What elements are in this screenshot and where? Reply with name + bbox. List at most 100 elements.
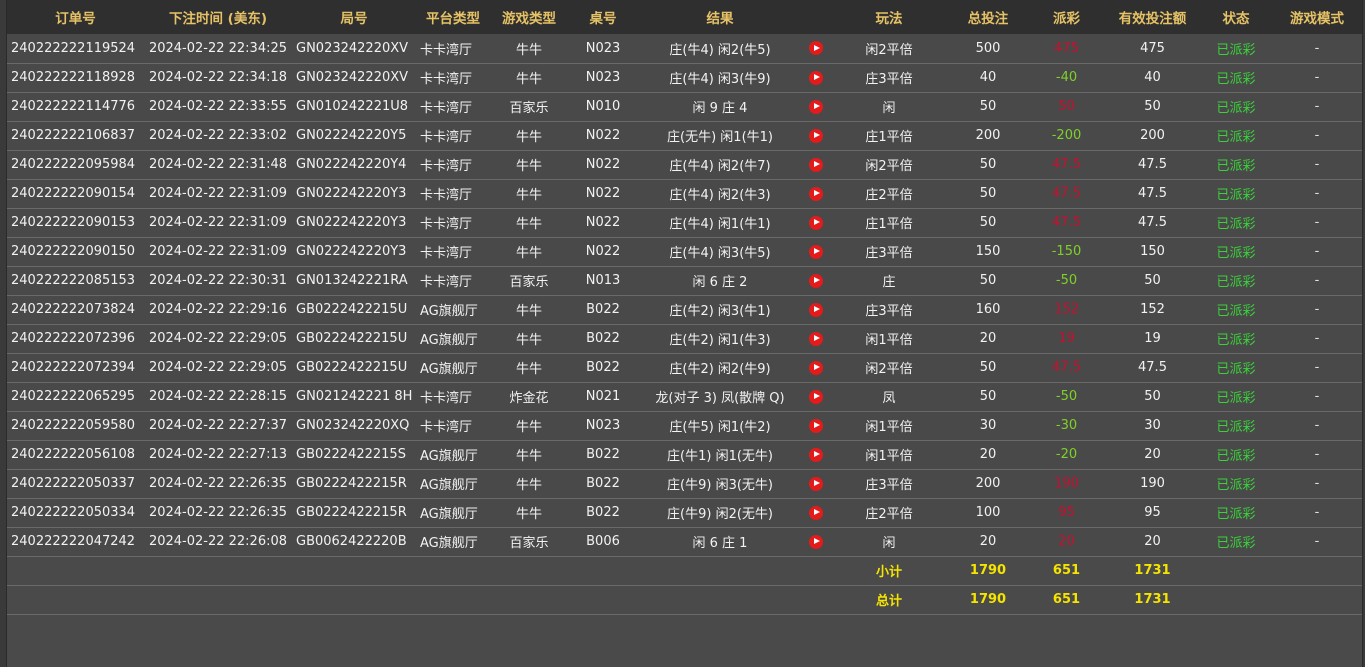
game-type-cell: 牛牛 [490, 353, 568, 383]
play-circle-icon[interactable] [809, 505, 823, 520]
play-circle-icon[interactable] [809, 302, 823, 317]
total-tail [1200, 585, 1362, 615]
payout-cell: -30 [1028, 411, 1105, 441]
result-cell: 庄(牛2) 闲1(牛3) [638, 324, 802, 354]
total-bet-cell: 50 [948, 150, 1028, 180]
round-no-cell: GN022242220Y5 [292, 121, 416, 151]
result-cell: 庄(牛4) 闲3(牛9) [638, 63, 802, 93]
payout-cell: -50 [1028, 266, 1105, 296]
table-row[interactable]: 240222222047242 2024-02-22 22:26:08 GB0062… [7, 527, 1362, 557]
game-mode-cell: - [1272, 382, 1362, 412]
bet-records-panel: 订单号 下注时间 (美东) 局号 平台类型 游戏类型 桌号 结果 玩法 总投注 … [6, 0, 1363, 667]
subtotal-payout: 651 [1028, 556, 1105, 586]
payout-cell: -150 [1028, 237, 1105, 267]
header-total-bet: 总投注 [967, 11, 1009, 27]
valid-bet-cell: 30 [1105, 411, 1200, 441]
table-row[interactable]: 240222222050334 2024-02-22 22:26:35 GB0222… [7, 498, 1362, 528]
table-row[interactable]: 240222222090150 2024-02-22 22:31:09 GN0222… [7, 237, 1362, 267]
replay-cell [802, 440, 830, 470]
order-no-cell: 240222222090154 [7, 179, 144, 209]
play-circle-icon[interactable] [809, 186, 823, 201]
header-game-type: 游戏类型 [502, 11, 556, 27]
round-no-cell: GB0222422215U [292, 324, 416, 354]
total-bet-cell: 200 [948, 121, 1028, 151]
order-no-cell: 240222222118928 [7, 63, 144, 93]
play-circle-icon[interactable] [809, 360, 823, 375]
table-row[interactable]: 240222222072394 2024-02-22 22:29:05 GB0222… [7, 353, 1362, 383]
status-cell: 已派彩 [1200, 63, 1272, 93]
play-circle-icon[interactable] [809, 244, 823, 259]
table-row[interactable]: 240222222056108 2024-02-22 22:27:13 GB0222… [7, 440, 1362, 470]
payout-cell: -200 [1028, 121, 1105, 151]
bet-time-cell: 2024-02-22 22:26:35 [144, 469, 292, 499]
table-no-cell: N022 [568, 237, 638, 267]
game-type-cell: 牛牛 [490, 237, 568, 267]
table-row[interactable]: 240222222050337 2024-02-22 22:26:35 GB0222… [7, 469, 1362, 499]
total-bet-cell: 100 [948, 498, 1028, 528]
bet-records-table: 订单号 下注时间 (美东) 局号 平台类型 游戏类型 桌号 结果 玩法 总投注 … [7, 0, 1362, 615]
game-mode-cell: - [1272, 353, 1362, 383]
table-no-cell: B022 [568, 295, 638, 325]
round-no-cell: GN023242220XQ [292, 411, 416, 441]
table-row[interactable]: 240222222118928 2024-02-22 22:34:18 GN0232… [7, 63, 1362, 93]
platform-cell: 卡卡湾厅 [416, 34, 490, 64]
table-no-cell: B006 [568, 527, 638, 557]
platform-cell: 卡卡湾厅 [416, 411, 490, 441]
header-platform: 平台类型 [426, 11, 480, 27]
payout-cell: 20 [1028, 527, 1105, 557]
replay-cell [802, 179, 830, 209]
subtotal-label: 小计 [830, 556, 948, 586]
round-no-cell: GN022242220Y3 [292, 237, 416, 267]
result-cell: 庄(牛9) 闲2(无牛) [638, 498, 802, 528]
replay-cell [802, 382, 830, 412]
table-row[interactable]: 240222222090154 2024-02-22 22:31:09 GN0222… [7, 179, 1362, 209]
play-circle-icon[interactable] [809, 99, 823, 114]
table-row[interactable]: 240222222072396 2024-02-22 22:29:05 GB0222… [7, 324, 1362, 354]
table-row[interactable]: 240222222114776 2024-02-22 22:33:55 GN0102… [7, 92, 1362, 122]
game-type-cell: 百家乐 [490, 92, 568, 122]
play-circle-icon[interactable] [809, 70, 823, 85]
payout-cell: 47.5 [1028, 208, 1105, 238]
table-row[interactable]: 240222222085153 2024-02-22 22:30:31 GN0132… [7, 266, 1362, 296]
total-bet-cell: 50 [948, 208, 1028, 238]
valid-bet-cell: 47.5 [1105, 353, 1200, 383]
play-circle-icon[interactable] [809, 476, 823, 491]
game-mode-cell: - [1272, 440, 1362, 470]
status-cell: 已派彩 [1200, 121, 1272, 151]
play-circle-icon[interactable] [809, 418, 823, 433]
platform-cell: 卡卡湾厅 [416, 208, 490, 238]
platform-cell: 卡卡湾厅 [416, 150, 490, 180]
play-circle-icon[interactable] [809, 273, 823, 288]
play-circle-icon[interactable] [809, 331, 823, 346]
table-no-cell: N023 [568, 34, 638, 64]
table-row[interactable]: 240222222090153 2024-02-22 22:31:09 GN0222… [7, 208, 1362, 238]
status-cell: 已派彩 [1200, 92, 1272, 122]
play-circle-icon[interactable] [809, 128, 823, 143]
bet-time-cell: 2024-02-22 22:26:08 [144, 527, 292, 557]
status-cell: 已派彩 [1200, 179, 1272, 209]
status-cell: 已派彩 [1200, 527, 1272, 557]
bet-time-cell: 2024-02-22 22:31:09 [144, 208, 292, 238]
play-circle-icon[interactable] [809, 41, 823, 56]
total-bet-cell: 150 [948, 237, 1028, 267]
table-row[interactable]: 240222222059580 2024-02-22 22:27:37 GN0232… [7, 411, 1362, 441]
table-row[interactable]: 240222222106837 2024-02-22 22:33:02 GN0222… [7, 121, 1362, 151]
play-circle-icon[interactable] [809, 389, 823, 404]
table-row[interactable]: 240222222095984 2024-02-22 22:31:48 GN0222… [7, 150, 1362, 180]
platform-cell: 卡卡湾厅 [416, 63, 490, 93]
result-cell: 庄(牛2) 闲2(牛9) [638, 353, 802, 383]
play-type-cell: 庄 [830, 266, 948, 296]
play-circle-icon[interactable] [809, 215, 823, 230]
order-no-cell: 240222222119524 [7, 34, 144, 64]
header-payout: 派彩 [1053, 11, 1080, 27]
order-no-cell: 240222222050337 [7, 469, 144, 499]
replay-cell [802, 266, 830, 296]
table-row[interactable]: 240222222073824 2024-02-22 22:29:16 GB0222… [7, 295, 1362, 325]
platform-cell: 卡卡湾厅 [416, 237, 490, 267]
valid-bet-cell: 47.5 [1105, 208, 1200, 238]
play-circle-icon[interactable] [809, 447, 823, 462]
play-circle-icon[interactable] [809, 534, 823, 549]
play-circle-icon[interactable] [809, 157, 823, 172]
table-row[interactable]: 240222222065295 2024-02-22 22:28:15 GN0212… [7, 382, 1362, 412]
table-row[interactable]: 240222222119524 2024-02-22 22:34:25 GN0232… [7, 34, 1362, 64]
